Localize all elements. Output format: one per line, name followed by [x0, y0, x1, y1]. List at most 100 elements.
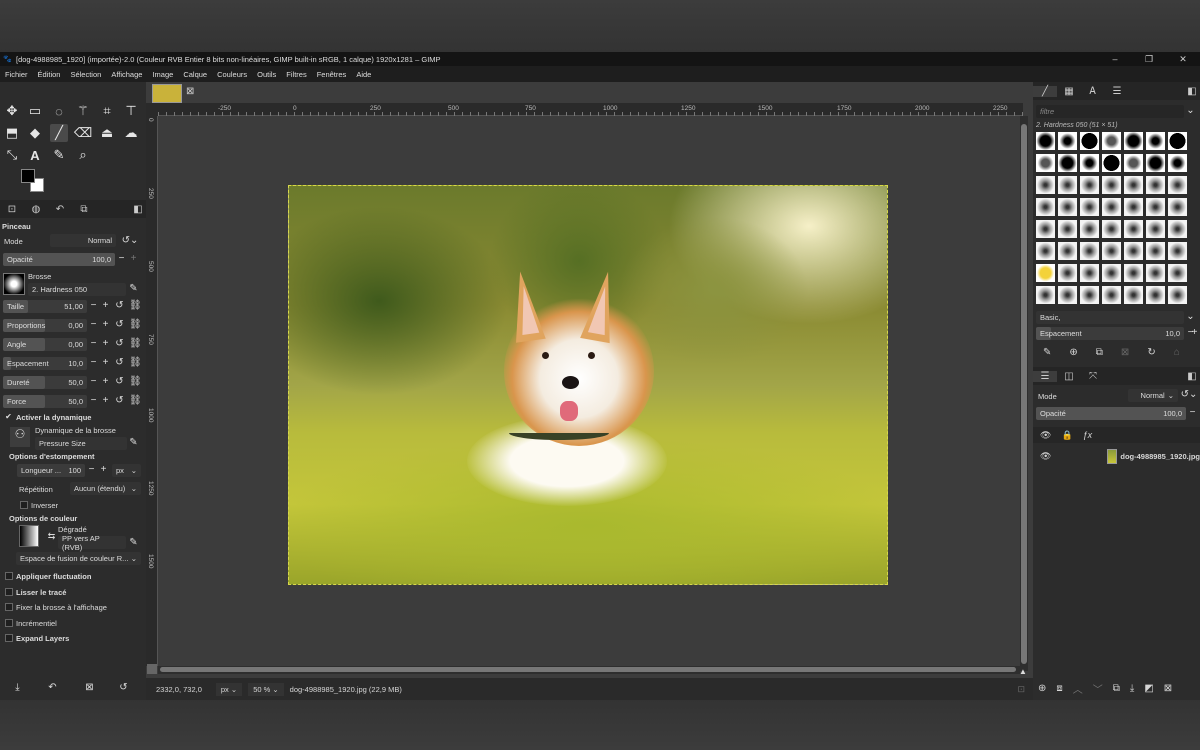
text-tool-icon[interactable]: A — [26, 146, 44, 164]
brush-edit-icon[interactable]: ✎ — [128, 283, 139, 294]
device-status-tab-icon[interactable]: ◍ — [24, 204, 48, 215]
brush-thumbnail[interactable] — [1124, 220, 1143, 238]
size-minus-button[interactable]: − — [88, 300, 99, 311]
brush-thumbnail[interactable] — [1168, 220, 1187, 238]
aspect-minus-button[interactable]: − — [88, 319, 99, 330]
force-plus-button[interactable]: + — [100, 395, 111, 406]
brush-thumbnail[interactable] — [1080, 132, 1099, 150]
channels-tab-icon[interactable]: ◫ — [1057, 371, 1081, 382]
hardness-plus-button[interactable]: + — [100, 376, 111, 387]
brush-spacing-slider[interactable]: Espacement 10,0 — [1036, 327, 1184, 340]
brush-thumbnail[interactable] — [1036, 286, 1055, 304]
menu-affichage[interactable]: Affichage — [106, 70, 147, 79]
delete-brush-icon[interactable]: ⊠ — [1121, 347, 1129, 358]
brush-filter-input[interactable]: filtre — [1036, 105, 1184, 118]
layer-row[interactable]: 👁 dog-4988985_1920.jpg — [1033, 446, 1200, 466]
brush-thumbnail[interactable] — [1168, 264, 1187, 282]
opacity-minus-button[interactable]: − — [116, 253, 127, 264]
brush-filter-toggle-icon[interactable]: ⌄ — [1185, 105, 1196, 116]
brush-name-field[interactable]: 2. Hardness 050 — [28, 283, 126, 296]
unit-select[interactable]: px ⌄ — [215, 682, 243, 696]
merge-layer-icon[interactable]: ⤓ — [1130, 683, 1134, 694]
brush-thumbnail[interactable] — [1058, 220, 1077, 238]
brush-thumbnail[interactable] — [1080, 220, 1099, 238]
repeat-select[interactable]: Aucun (étendu) ⌄ — [70, 482, 141, 495]
spacing-chain-icon[interactable]: ⛓ — [129, 357, 142, 368]
close-image-tab-icon[interactable]: ⊠ — [186, 86, 194, 97]
brush-thumbnail[interactable] — [1036, 264, 1055, 282]
new-group-icon[interactable]: ⧈ — [1056, 683, 1062, 694]
navigate-icon[interactable]: ▲ — [1019, 667, 1027, 676]
horizontal-ruler[interactable]: -250 0 250 500 750 1000 1250 1500 1750 2000 2250 — [158, 103, 1023, 116]
close-window-button[interactable]: ✕ — [1166, 54, 1200, 65]
brushes-tab-icon[interactable]: ╱ — [1033, 85, 1057, 97]
brush-thumbnail[interactable] — [1124, 176, 1143, 194]
brush-thumbnail[interactable] — [1146, 242, 1165, 260]
color-picker-tool-icon[interactable]: ✎ — [50, 146, 68, 164]
brush-thumbnail[interactable] — [1168, 154, 1187, 172]
reset-options-icon[interactable]: ↺ — [118, 682, 129, 693]
layer-mode-reset-icon[interactable]: ↺⌄ — [1180, 389, 1198, 400]
vertical-scroll-thumb[interactable] — [1021, 124, 1027, 664]
brush-thumbnail[interactable] — [1168, 198, 1187, 216]
gradient-field[interactable]: PP vers AP (RVB) — [58, 534, 126, 552]
brush-preview[interactable] — [3, 273, 25, 295]
layer-mode-select[interactable]: Normal ⌄ — [1128, 389, 1178, 402]
size-plus-button[interactable]: + — [100, 300, 111, 311]
brush-thumbnail[interactable] — [1058, 154, 1077, 172]
brush-thumbnail[interactable] — [1102, 154, 1121, 172]
brush-thumbnail[interactable] — [1146, 176, 1165, 194]
status-cancel-icon[interactable]: ⊡ — [1017, 684, 1025, 695]
brush-thumbnail[interactable] — [1080, 242, 1099, 260]
force-slider[interactable]: Force 50,0 — [3, 395, 87, 408]
opacity-plus-button[interactable]: + — [128, 253, 139, 264]
quickmask-toggle-icon[interactable] — [147, 664, 157, 674]
force-minus-button[interactable]: − — [88, 395, 99, 406]
hardness-reset-icon[interactable]: ↺ — [114, 376, 125, 387]
brush-thumbnail[interactable] — [1036, 176, 1055, 194]
brush-thumbnail[interactable] — [1058, 286, 1077, 304]
mode-select[interactable]: Normal — [50, 234, 116, 247]
brush-thumbnail[interactable] — [1168, 242, 1187, 260]
brush-thumbnail[interactable] — [1102, 286, 1121, 304]
layers-tab-icon[interactable]: ☰ — [1033, 370, 1057, 382]
brush-thumbnail[interactable] — [1146, 220, 1165, 238]
aspect-reset-icon[interactable]: ↺ — [114, 319, 125, 330]
smooth-checkbox[interactable] — [5, 588, 13, 596]
tool-options-tab-icon[interactable]: ⊡ — [0, 204, 24, 215]
brush-thumbnail[interactable] — [1080, 264, 1099, 282]
brush-spacing-plus[interactable]: + — [1189, 327, 1200, 338]
paintbrush-tool-icon[interactable]: ╱ — [50, 124, 68, 142]
fade-length-minus[interactable]: − — [86, 464, 97, 475]
fonts-tab-icon[interactable]: Ꭺ — [1081, 86, 1105, 97]
brushes-dock-menu-icon[interactable]: ◧ — [1184, 86, 1200, 97]
brush-thumbnail[interactable] — [1124, 198, 1143, 216]
size-slider[interactable]: Taille 51,00 — [3, 300, 87, 313]
refresh-brushes-icon[interactable]: ↻ — [1147, 347, 1155, 358]
brush-thumbnail[interactable] — [1146, 154, 1165, 172]
brush-thumbnail[interactable] — [1080, 154, 1099, 172]
size-chain-icon[interactable]: ⛓ — [129, 300, 142, 311]
lock-brush-checkbox[interactable] — [5, 603, 13, 611]
menu-couleurs[interactable]: Couleurs — [212, 70, 252, 79]
save-preset-icon[interactable]: ⤓ — [12, 682, 23, 693]
lock-header-icon[interactable]: 🔒 — [1061, 430, 1072, 441]
brush-tag-dropdown-icon[interactable]: ⌄ — [1185, 311, 1196, 322]
move-tool-icon[interactable]: ✥ — [3, 102, 21, 120]
spacing-reset-icon[interactable]: ↺ — [114, 357, 125, 368]
patterns-tab-icon[interactable]: ▦ — [1057, 86, 1081, 97]
menu-aide[interactable]: Aide — [351, 70, 376, 79]
brush-as-image-icon[interactable]: ⌂ — [1174, 347, 1180, 358]
vertical-ruler[interactable]: 0 250 500 750 1000 1250 1500 — [146, 116, 158, 666]
visibility-header-icon[interactable]: 👁 — [1040, 430, 1051, 441]
aspect-plus-button[interactable]: + — [100, 319, 111, 330]
brush-tag-field[interactable]: Basic, — [1036, 311, 1184, 324]
brush-thumbnail[interactable] — [1146, 264, 1165, 282]
angle-plus-button[interactable]: + — [100, 338, 111, 349]
dynamics-edit-icon[interactable]: ✎ — [128, 437, 139, 448]
layer-name[interactable]: dog-4988985_1920.jpg — [1120, 452, 1200, 461]
dynamics-icon[interactable]: ⚇ — [10, 427, 30, 447]
paths-tool-icon[interactable]: ⤡ — [3, 146, 21, 164]
menu-edition[interactable]: Édition — [33, 70, 66, 79]
gradient-edit-icon[interactable]: ✎ — [128, 537, 139, 548]
